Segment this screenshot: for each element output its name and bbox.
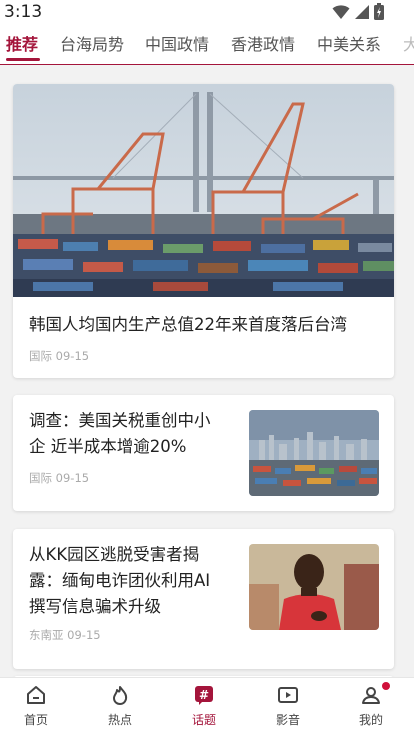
nav-media-label: 影音 [275, 713, 300, 727]
article-thumbnail-person [249, 544, 379, 630]
bottom-navigation: 首页 热点 # 话题 影音 我的 [0, 677, 414, 734]
article-image-port [13, 84, 394, 297]
signal-icon [355, 4, 369, 19]
wifi-icon [332, 4, 350, 19]
hashtag-icon: # [195, 686, 213, 705]
article-category: 国际 [29, 349, 56, 363]
article-title-line-2: 企 近半成本增逾20% [29, 437, 187, 456]
article-meta: 东南亚 09-15 [29, 627, 101, 643]
tab-recommended[interactable]: 推荐 [6, 35, 38, 55]
svg-text:#: # [199, 688, 209, 702]
tab-china-politics[interactable]: 中国政情 [145, 35, 209, 55]
profile-icon [362, 687, 380, 704]
status-icons [332, 3, 384, 20]
nav-hot-label: 热点 [107, 713, 132, 727]
article-title[interactable]: 韩国人均国内生产总值22年来首度落后台湾 [29, 312, 384, 338]
battery-icon [374, 3, 384, 20]
article-title-line-1: 从KK园区逃脱受害者揭 [29, 545, 200, 564]
nav-home-label: 首页 [23, 713, 48, 727]
article-date: 09-15 [55, 349, 90, 363]
nav-profile[interactable]: 我的 [341, 684, 401, 728]
article-date: 09-15 [55, 471, 90, 485]
tab-taiwan-strait[interactable]: 台海局势 [60, 35, 124, 55]
article-meta: 国际 09-15 [29, 348, 89, 364]
nav-hot[interactable]: 热点 [90, 684, 150, 728]
nav-media[interactable]: 影音 [258, 684, 318, 728]
nav-profile-label: 我的 [358, 713, 383, 727]
article-title-line-2: 露：缅甸电诈团伙利用AI [29, 571, 211, 590]
article-thumbnail-skyline [249, 410, 379, 496]
nav-topics-label: 话题 [191, 713, 216, 727]
tab-hongkong-politics[interactable]: 香港政情 [231, 35, 295, 55]
nav-topics[interactable]: # 话题 [174, 684, 234, 728]
category-tabs: 推荐 台海局势 中国政情 香港政情 中美关系 大 [0, 26, 414, 65]
home-icon [27, 686, 45, 704]
status-time: 3:13 [4, 2, 43, 22]
article-title-line-1: 调查：美国关税重创中小 [29, 411, 211, 430]
article-title[interactable]: 调查：美国关税重创中小 企 近半成本增逾20% [29, 408, 239, 460]
tab-us-china-relations[interactable]: 中美关系 [317, 35, 381, 55]
article-meta: 国际 09-15 [29, 470, 89, 486]
article-category: 国际 [29, 471, 56, 485]
nav-home[interactable]: 首页 [6, 684, 66, 728]
article-category: 东南亚 [29, 628, 68, 642]
notification-dot [382, 682, 390, 690]
article-title[interactable]: 从KK园区逃脱受害者揭 露：缅甸电诈团伙利用AI 撰写信息骗术升级 [29, 542, 244, 620]
article-card-1[interactable]: 韩国人均国内生产总值22年来首度落后台湾 国际 09-15 [13, 84, 394, 378]
active-tab-indicator [6, 58, 40, 61]
article-card-2[interactable]: 调查：美国关税重创中小 企 近半成本增逾20% 国际 09-15 [13, 395, 394, 511]
article-date: 09-15 [67, 628, 101, 642]
flame-icon [113, 686, 128, 705]
video-icon [278, 687, 298, 703]
article-title-line-3: 撰写信息骗术升级 [29, 597, 161, 616]
article-card-3[interactable]: 从KK园区逃脱受害者揭 露：缅甸电诈团伙利用AI 撰写信息骗术升级 东南亚 09… [13, 529, 394, 669]
status-bar: 3:13 [0, 0, 414, 26]
tab-more[interactable]: 大 [403, 35, 414, 55]
